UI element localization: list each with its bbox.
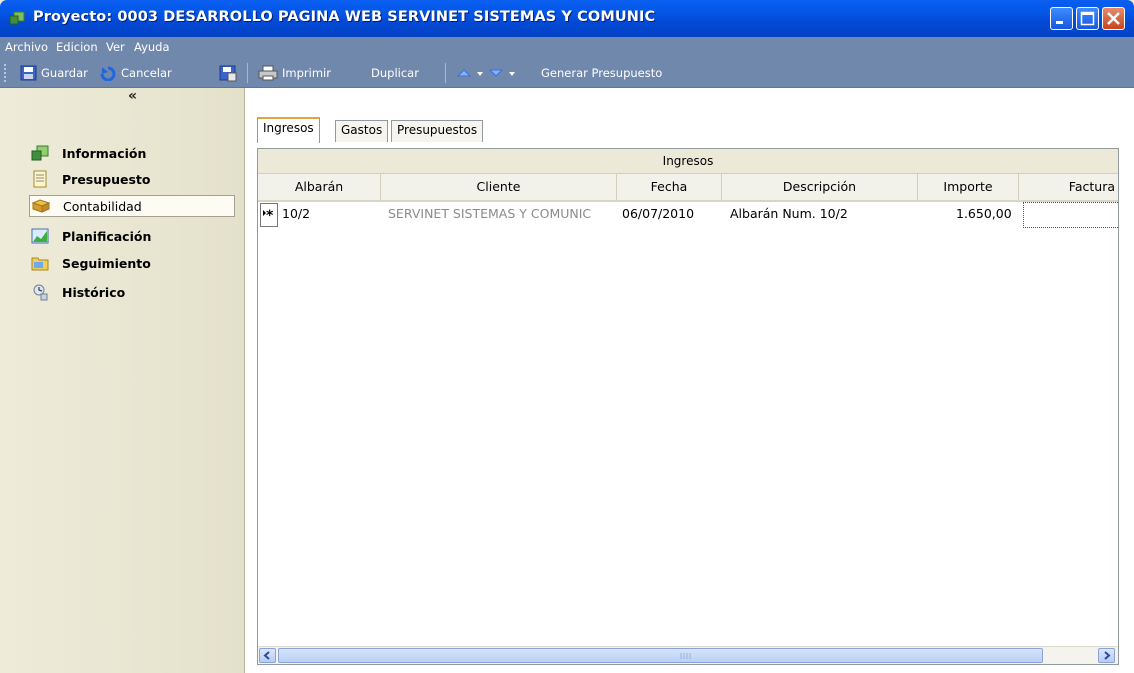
generate-budget-label: Generar Presupuesto [541,66,663,80]
menu-bar: Archivo Edicion Ver Ayuda [0,37,1134,58]
move-up-button[interactable] [456,63,490,83]
close-button[interactable] [1102,7,1125,30]
column-header-fecha[interactable]: Fecha [617,174,722,200]
sidebar-item-label: Presupuesto [62,171,151,187]
column-header-factura[interactable]: Factura [1019,174,1118,200]
maximize-icon [1080,11,1095,26]
project-icon [9,11,25,25]
tab-presupuestos[interactable]: Presupuestos [391,120,484,142]
minimize-icon [1056,21,1063,24]
tab-ingresos[interactable]: Ingresos [257,117,320,143]
duplicate-button[interactable]: Duplicar [371,63,419,83]
title-bar[interactable]: Proyecto: 0003 DESARROLLO PAGINA WEB SER… [0,0,1134,37]
save-close-button[interactable] [219,63,241,83]
menu-ver[interactable]: Ver [106,40,125,54]
scroll-thumb[interactable] [278,648,1043,663]
toolbar-grip[interactable] [4,64,9,82]
grip-icon [680,653,691,659]
cancel-button[interactable]: Cancelar [99,63,172,83]
minimize-button[interactable] [1050,7,1073,30]
ingresos-grid: Ingresos Albarán Cliente Fecha Descripci… [257,148,1119,665]
sidebar-item-label: Contabilidad [63,198,142,214]
sidebar-item-planificacion[interactable]: Planificación [29,225,235,247]
printer-icon [258,65,278,81]
undo-icon [100,66,116,81]
column-header-albaran[interactable]: Albarán [258,174,381,200]
svg-text:*: * [266,208,274,224]
tab-gastos[interactable]: Gastos [335,120,389,142]
header-divider [258,200,1118,202]
cell-albaran[interactable]: 10/2 [282,206,310,221]
toolbar-separator [445,63,446,83]
maximize-button[interactable] [1076,7,1099,30]
sidebar-item-label: Planificación [62,228,152,244]
sidebar-item-informacion[interactable]: Información [29,142,235,164]
sidebar-item-label: Información [62,145,147,161]
chevron-right-icon [1104,651,1111,660]
history-icon [33,284,48,301]
scroll-right-button[interactable] [1098,648,1115,663]
sidebar: « Información Presupuesto Contabilidad P… [0,88,245,673]
collapse-sidebar-button[interactable]: « [128,88,137,104]
scroll-left-button[interactable] [259,648,276,663]
print-button[interactable]: Imprimir [258,63,331,83]
arrow-up-icon [456,69,483,77]
project-icon [31,145,49,161]
menu-ayuda[interactable]: Ayuda [134,40,170,54]
column-header-descripcion[interactable]: Descripción [722,174,918,200]
cell-fecha[interactable]: 06/07/2010 [622,206,694,221]
cell-descripcion[interactable]: Albarán Num. 10/2 [730,206,848,221]
sidebar-item-historico[interactable]: Histórico [29,281,235,303]
generate-budget-button[interactable]: Generar Presupuesto [541,63,662,83]
menu-edicion[interactable]: Edicion [56,40,98,54]
grid-band-title: Ingresos [662,154,714,168]
toolbar-separator [247,63,248,83]
folder-icon [31,257,49,271]
sidebar-item-label: Seguimiento [62,255,151,271]
arrow-down-icon [488,69,515,77]
save-icon [20,65,37,81]
accounting-icon [32,199,50,213]
cell-importe[interactable]: 1.650,00 [956,206,1012,221]
cell-cliente[interactable]: SERVINET SISTEMAS Y COMUNIC [388,206,591,221]
chevron-left-icon [263,651,270,660]
sidebar-item-contabilidad[interactable]: Contabilidad [29,195,235,217]
document-icon [33,170,47,188]
sidebar-item-seguimiento[interactable]: Seguimiento [29,252,235,274]
new-row-icon: * [263,208,274,224]
cell-factura[interactable] [1023,202,1118,228]
save-button[interactable]: Guardar [20,63,88,83]
grid-band-header: Ingresos [258,149,1118,174]
window-title: Proyecto: 0003 DESARROLLO PAGINA WEB SER… [33,9,656,25]
column-header-importe[interactable]: Importe [918,174,1019,200]
column-header-cliente[interactable]: Cliente [381,174,617,200]
move-down-button[interactable] [488,63,522,83]
menu-archivo[interactable]: Archivo [5,40,48,54]
print-label: Imprimir [282,66,331,80]
cancel-label: Cancelar [121,66,172,80]
chart-icon [31,228,49,244]
sidebar-item-presupuesto[interactable]: Presupuesto [29,168,235,190]
duplicate-label: Duplicar [371,66,419,80]
toolbar: Guardar Cancelar Imprimir Duplicar Gener… [0,58,1134,88]
save-close-icon [219,65,237,81]
sidebar-item-label: Histórico [62,284,126,300]
horizontal-scrollbar[interactable] [258,646,1118,664]
save-label: Guardar [41,66,88,80]
new-row-indicator[interactable]: * [260,203,278,227]
close-icon [1107,12,1120,25]
